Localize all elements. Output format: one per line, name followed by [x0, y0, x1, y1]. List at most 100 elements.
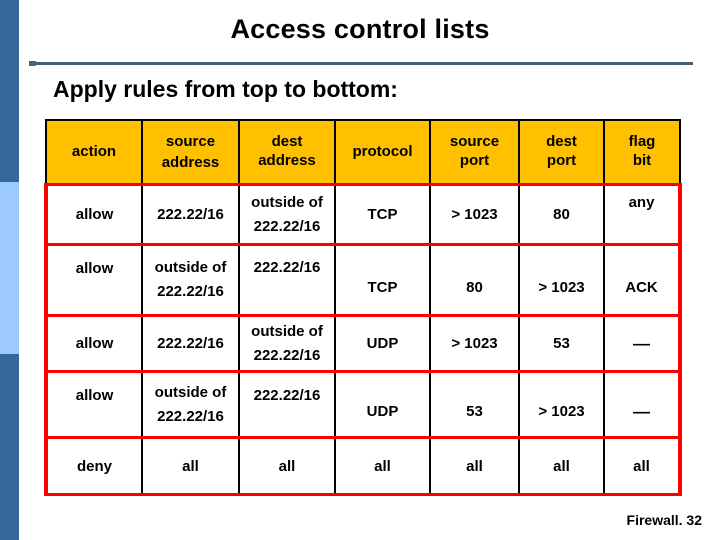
cell-dest-address-line1: outside of	[251, 322, 323, 340]
cell-source-address-line2: 222.22/16	[157, 407, 224, 425]
cell-action-text: allow	[75, 335, 114, 352]
cell-protocol-text: UDP	[366, 403, 399, 420]
cell-protocol-text: all	[374, 457, 391, 475]
cell-source-port-text: > 1023	[451, 335, 498, 352]
column-header-dest-port: dest port	[518, 119, 605, 186]
cell-flag-bit: all	[603, 436, 682, 496]
cell-protocol: TCP	[334, 183, 431, 246]
subtitle: Apply rules from top to bottom:	[53, 76, 398, 102]
column-header-source-port: source port	[429, 119, 520, 186]
cell-flag-bit: any	[603, 183, 682, 246]
cell-dest-address-line1: all	[278, 457, 296, 475]
cell-action-text: allow	[75, 259, 114, 277]
cell-source-port-text: > 1023	[451, 206, 498, 223]
table-row: allow 222.22/16 outside of 222.22/16 TCP…	[44, 183, 682, 246]
cell-action-text: deny	[76, 457, 112, 475]
cell-source-port-text: all	[466, 457, 483, 475]
column-header-flag-bit-line1: flag	[628, 133, 656, 151]
column-header-protocol: protocol	[334, 119, 431, 186]
table-row: deny all all all all all all	[44, 436, 682, 496]
cell-action: allow	[44, 243, 143, 317]
column-header-source-address-line2: address	[161, 153, 220, 171]
table-header-row: action source address dest address proto…	[45, 119, 681, 186]
cell-source-address: 222.22/16	[141, 183, 240, 246]
column-header-dest-port-line2: port	[546, 152, 577, 169]
cell-source-port: 80	[429, 243, 520, 317]
page-title: Access control lists	[230, 14, 490, 44]
cell-source-address-line1: outside of	[154, 259, 227, 276]
column-header-dest-address-line2: address	[258, 152, 316, 169]
column-header-action: action	[45, 119, 143, 186]
cell-dest-address-line1: 222.22/16	[253, 386, 321, 404]
cell-protocol-text: UDP	[366, 335, 399, 352]
cell-source-address-line1: 222.22/16	[157, 334, 224, 352]
column-header-source-address-line1: source	[165, 133, 216, 151]
cell-source-port-text: 80	[466, 278, 483, 296]
cell-source-address-line1: 222.22/16	[157, 205, 224, 223]
cell-source-port: > 1023	[429, 183, 520, 246]
cell-flag-bit: —	[603, 370, 682, 439]
cell-action-text: allow	[75, 387, 114, 404]
cell-action-text: allow	[75, 206, 114, 223]
column-header-protocol-line1: protocol	[352, 142, 413, 160]
cell-protocol: all	[334, 436, 431, 496]
column-header-flag-bit: flag bit	[603, 119, 681, 186]
cell-dest-port-text: > 1023	[538, 278, 585, 296]
cell-action: deny	[44, 436, 143, 496]
column-header-flag-bit-line2: bit	[632, 152, 652, 169]
cell-source-address: all	[141, 436, 240, 496]
cell-dest-port: > 1023	[518, 370, 605, 439]
cell-protocol: UDP	[334, 370, 431, 439]
column-header-source-port-line2: port	[459, 152, 490, 169]
cell-source-address: 222.22/16	[141, 314, 240, 373]
column-header-source-address: source address	[141, 119, 240, 186]
title-divider	[35, 62, 693, 65]
column-header-dest-address-line1: dest	[271, 133, 303, 151]
cell-dest-address-line1: 222.22/16	[253, 259, 321, 276]
cell-flag-bit-text: —	[633, 333, 650, 353]
cell-dest-address: outside of 222.22/16	[238, 314, 336, 373]
column-header-action-line1: action	[71, 142, 117, 160]
cell-dest-port: 53	[518, 314, 605, 373]
cell-dest-address-line2: 222.22/16	[253, 217, 321, 235]
column-header-dest-address: dest address	[238, 119, 336, 186]
column-header-source-port-line1: source	[449, 133, 500, 151]
cell-dest-port: > 1023	[518, 243, 605, 317]
cell-flag-bit-text: any	[628, 194, 655, 211]
slide-footer: Firewall. 32	[626, 512, 702, 528]
cell-source-port: all	[429, 436, 520, 496]
cell-source-port: > 1023	[429, 314, 520, 373]
sidebar-stripe-middle	[0, 182, 19, 354]
slide-accent-sidebar	[0, 0, 19, 540]
cell-dest-address: 222.22/16	[238, 243, 336, 317]
cell-action: allow	[44, 370, 143, 439]
cell-source-address: outside of 222.22/16	[141, 243, 240, 317]
cell-flag-bit: —	[603, 314, 682, 373]
cell-dest-port-text: all	[553, 457, 570, 475]
table-row: allow 222.22/16 outside of 222.22/16 UDP…	[44, 314, 682, 373]
cell-flag-bit: ACK	[603, 243, 682, 317]
cell-source-port-text: 53	[466, 403, 483, 420]
cell-action: allow	[44, 183, 143, 246]
cell-dest-address-line1: outside of	[251, 193, 323, 211]
cell-source-address-line1: outside of	[154, 383, 227, 401]
sidebar-stripe-bottom	[0, 354, 19, 540]
cell-protocol-text: TCP	[367, 206, 398, 223]
cell-flag-bit-text: —	[633, 401, 650, 421]
cell-action: allow	[44, 314, 143, 373]
cell-source-address-line1: all	[182, 457, 199, 475]
cell-source-port: 53	[429, 370, 520, 439]
cell-dest-address: outside of 222.22/16	[238, 183, 336, 246]
cell-dest-port-text: 53	[553, 335, 570, 352]
cell-dest-port-text: 80	[553, 206, 570, 223]
cell-protocol-text: TCP	[367, 278, 398, 296]
cell-source-address-line2: 222.22/16	[157, 283, 224, 300]
table-row: allow outside of 222.22/16 222.22/16 TCP…	[44, 243, 682, 317]
column-header-dest-port-line1: dest	[546, 133, 577, 151]
cell-dest-address: all	[238, 436, 336, 496]
cell-flag-bit-text: all	[633, 457, 650, 475]
cell-dest-port: 80	[518, 183, 605, 246]
cell-dest-address: 222.22/16	[238, 370, 336, 439]
cell-dest-port-text: > 1023	[538, 403, 585, 420]
cell-dest-address-line2: 222.22/16	[253, 346, 321, 364]
